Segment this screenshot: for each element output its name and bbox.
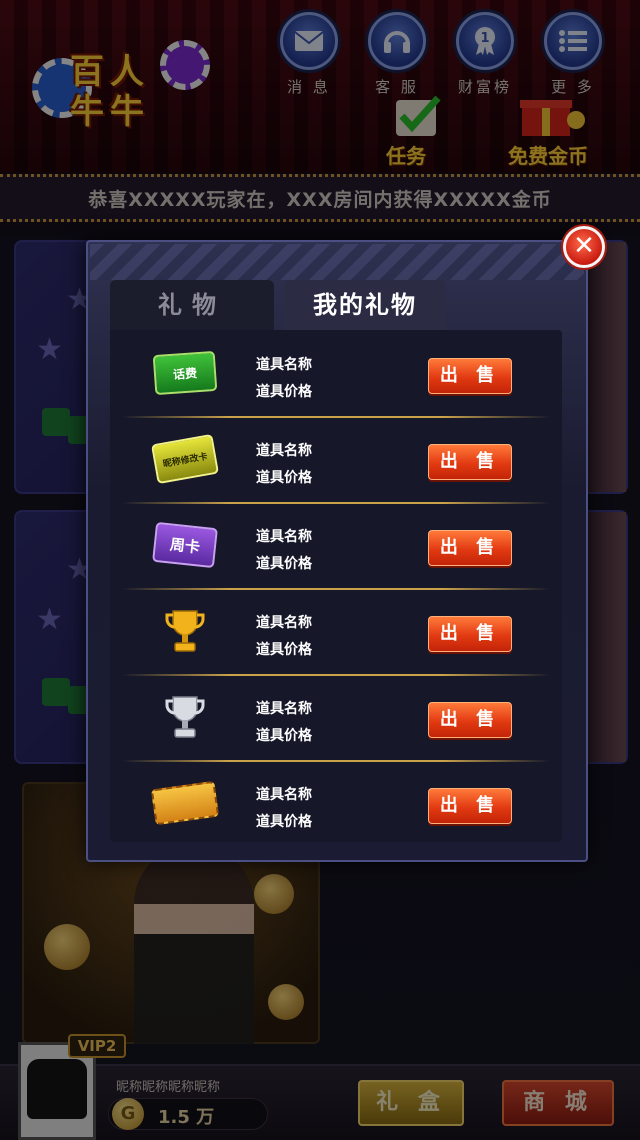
item-name: 道具名称 xyxy=(256,701,312,717)
list-item: 昵称修改卡 道具名称 道具价格 出 售 xyxy=(122,416,550,504)
weekly-card-label: 周卡 xyxy=(152,521,218,569)
dialog-header-pattern xyxy=(90,244,584,280)
sell-button[interactable]: 出 售 xyxy=(428,788,512,824)
weekly-card-icon: 周卡 xyxy=(152,521,218,569)
list-item: 道具名称 道具价格 出 售 xyxy=(122,588,550,676)
item-name: 道具名称 xyxy=(256,787,312,803)
rename-card-label: 昵称修改卡 xyxy=(150,433,220,485)
silver-trophy-icon xyxy=(152,694,218,740)
item-name: 道具名称 xyxy=(256,443,312,459)
item-name: 道具名称 xyxy=(256,529,312,545)
list-item: 周卡 道具名称 道具价格 出 售 xyxy=(122,502,550,590)
sell-button[interactable]: 出 售 xyxy=(428,702,512,738)
item-price: 道具价格 xyxy=(256,814,312,830)
phone-credit-card-icon: 话费 xyxy=(152,350,218,396)
item-price: 道具价格 xyxy=(256,556,312,572)
sell-button[interactable]: 出 售 xyxy=(428,444,512,480)
gold-trophy-icon xyxy=(152,608,218,654)
item-name: 道具名称 xyxy=(256,615,312,631)
ticket-icon xyxy=(150,780,220,826)
item-price: 道具价格 xyxy=(256,470,312,486)
rename-card-icon: 昵称修改卡 xyxy=(150,433,220,485)
ticket-graphic xyxy=(150,780,220,826)
close-icon[interactable]: ✕ xyxy=(563,226,605,268)
item-price: 道具价格 xyxy=(256,384,312,400)
phone-credit-card-label: 话费 xyxy=(152,350,218,396)
sell-button[interactable]: 出 售 xyxy=(428,358,512,394)
tab-my-gifts[interactable]: 我的礼物 xyxy=(284,280,446,330)
sell-button[interactable]: 出 售 xyxy=(428,616,512,652)
list-item: 道具名称 道具价格 出 售 xyxy=(122,674,550,762)
item-price: 道具价格 xyxy=(256,728,312,744)
item-name: 道具名称 xyxy=(256,357,312,373)
list-item: 话费 道具名称 道具价格 出 售 xyxy=(122,330,550,418)
tab-gifts[interactable]: 礼物 xyxy=(110,280,274,330)
item-price: 道具价格 xyxy=(256,642,312,658)
my-gifts-list: 话费 道具名称 道具价格 出 售 昵称修改卡 道具名称 道具价格 出 售 周卡 … xyxy=(110,330,562,842)
list-item: 道具名称 道具价格 出 售 xyxy=(122,760,550,846)
sell-button[interactable]: 出 售 xyxy=(428,530,512,566)
